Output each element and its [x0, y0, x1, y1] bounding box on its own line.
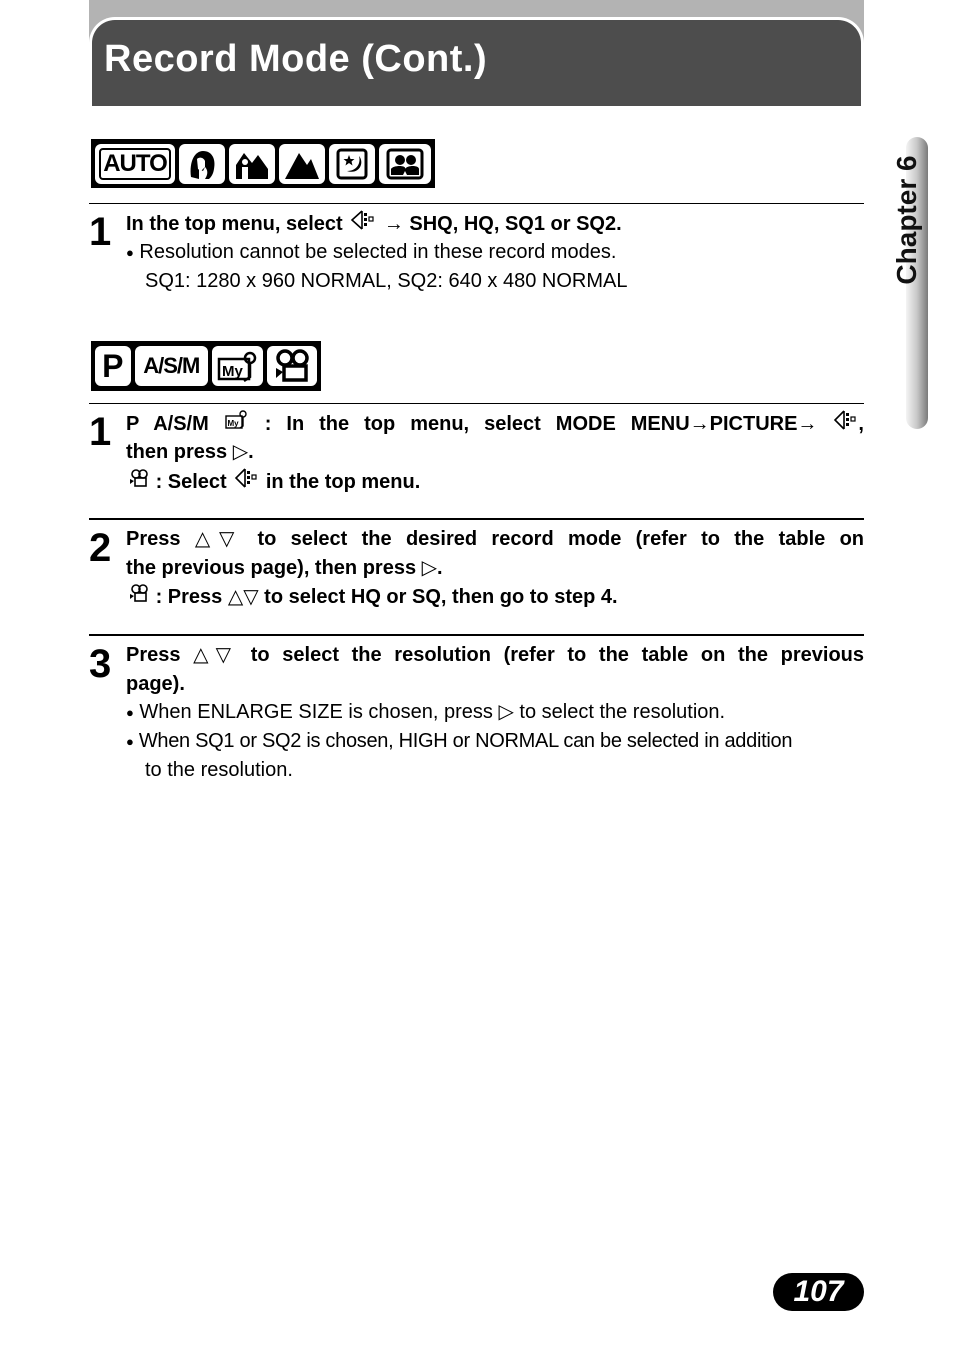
movie-icon [128, 468, 150, 497]
svg-text:My: My [227, 419, 239, 428]
bullet-note-cont: SQ1: 1280 x 960 NORMAL, SQ2: 640 x 480 N… [145, 270, 628, 292]
step-instruction: P A/S/M My : In the top menu, select MOD… [126, 409, 864, 440]
bullet-note: ● When ENLARGE SIZE is chosen, press ▷ t… [126, 701, 726, 723]
page-title: Record Mode (Cont.) [104, 38, 488, 80]
step-number: 1 [89, 410, 112, 454]
step-number: 1 [89, 210, 112, 254]
svg-text:My: My [222, 363, 243, 380]
landscape-portrait-icon [229, 143, 275, 184]
movie-step-note: : Select in the top menu. [128, 467, 420, 498]
night-scene-icon [329, 143, 375, 184]
section-divider [89, 203, 864, 204]
up-down-arrows-icon: △▽ [227, 586, 259, 608]
step-instruction: Press △▽ to select the resolution (refer… [126, 644, 864, 666]
asm-mode-icon: A/S/M [134, 346, 208, 386]
movie-icon [128, 583, 150, 612]
up-down-arrows-icon: △▽ [193, 644, 239, 666]
step-number: 3 [89, 642, 112, 686]
step-instruction: In the top menu, select → SHQ, HQ, SQ1 o… [126, 209, 622, 240]
my-mode-icon: My [211, 346, 264, 386]
mode-icon-strip-pasm: P A/S/M My [91, 341, 321, 391]
page-number: 107 [773, 1273, 864, 1311]
bullet-note: ● When SQ1 or SQ2 is chosen, HIGH or NOR… [126, 730, 793, 752]
right-arrow-icon: ▷ [421, 557, 438, 579]
mode-icon-strip-auto-scene: AUTO [91, 139, 435, 188]
step-divider [89, 634, 864, 636]
up-down-arrows-icon: △▽ [194, 528, 244, 550]
movie-step-note: : Press △▽ to select HQ or SQ, then go t… [128, 583, 618, 612]
step-instruction-line2: the previous page), then press ▷. [126, 557, 443, 579]
movie-icon [267, 346, 317, 386]
resolution-icon [348, 209, 378, 240]
section-divider [89, 403, 864, 404]
step-divider [89, 518, 864, 520]
step-number: 2 [89, 526, 112, 570]
right-arrow-icon: ▷ [498, 701, 514, 723]
self-portrait-icon [379, 143, 431, 184]
bullet-note: ● Resolution cannot be selected in these… [126, 241, 617, 263]
step-instruction: Press △▽ to select the desired record mo… [126, 528, 865, 550]
bullet-note-cont: to the resolution. [145, 759, 293, 781]
portrait-icon [179, 143, 225, 184]
landscape-icon [279, 143, 325, 184]
auto-mode-icon: AUTO [95, 143, 175, 184]
my-mode-icon: My [224, 409, 250, 440]
resolution-icon [232, 467, 260, 498]
chapter-label: Chapter 6 [891, 155, 922, 285]
right-arrow-icon: ▷ [232, 441, 249, 463]
step-instruction-line2: page). [126, 673, 185, 695]
program-mode-icon: P [95, 346, 131, 386]
step-instruction-line2: then press ▷. [126, 441, 254, 463]
resolution-icon [832, 409, 858, 440]
